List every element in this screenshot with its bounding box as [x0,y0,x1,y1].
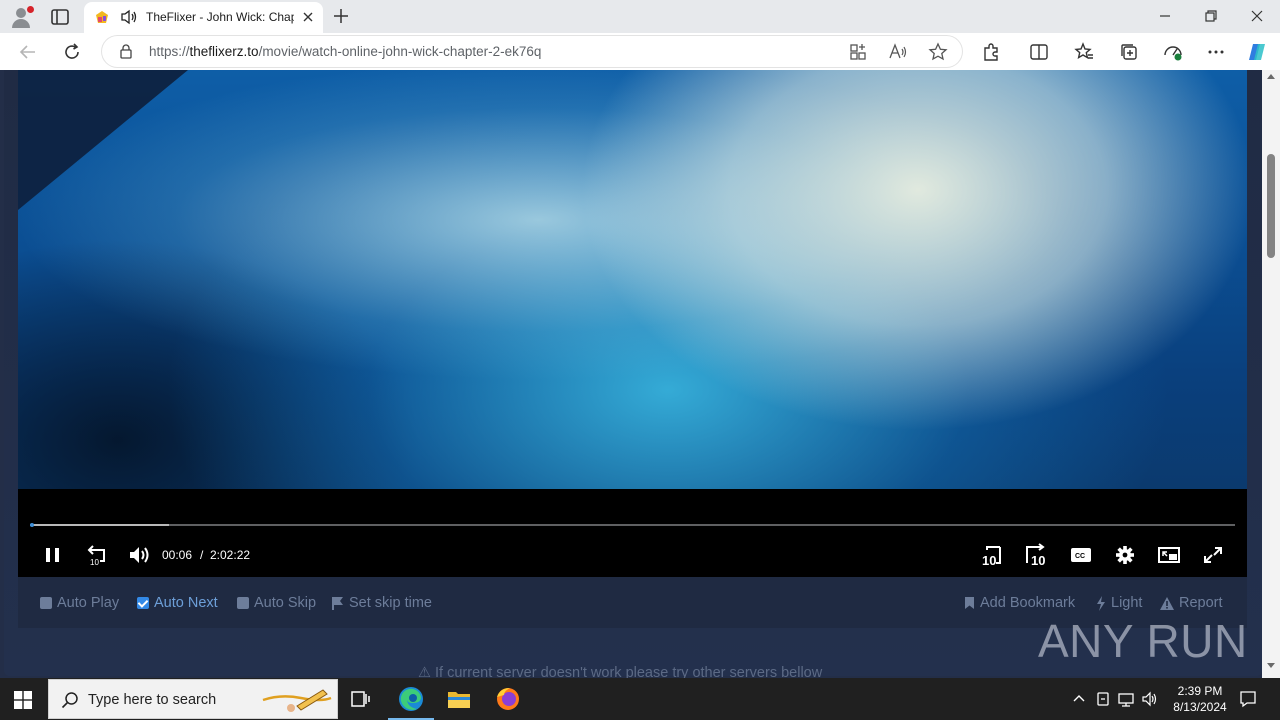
clock-time: 2:39 PM [1177,684,1223,698]
skip-back-10-icon[interactable]: 10 [980,543,1006,567]
address-bar[interactable]: https://theflixerz.to/movie/watch-online… [102,36,962,67]
fullscreen-icon[interactable] [1200,543,1226,567]
taskbar-clock[interactable]: 2:39 PM 8/13/2024 [1160,683,1240,715]
set-skip-time-label: Set skip time [349,595,432,611]
set-skip-time-button[interactable]: Set skip time [332,595,432,611]
video-shadow-corner [18,70,188,210]
edge-browser-icon[interactable] [395,683,427,715]
windows-taskbar: Type here to search 2:39 PM 8/13/2024 [0,678,1280,720]
tab-actions-icon[interactable] [48,6,72,28]
server-warning: ⚠ If current server doesn't work please … [418,665,822,678]
auto-next-label: Auto Next [154,595,218,611]
volume-tray-icon[interactable] [1141,690,1159,708]
svg-text:10: 10 [90,558,99,567]
watermark-text: ANY RUN [1038,615,1248,667]
restore-icon[interactable] [1200,5,1222,27]
skip-forward-10-icon[interactable]: 10 [1023,543,1049,567]
progress-knob[interactable] [30,523,34,527]
app-available-icon[interactable] [848,42,868,62]
anyrun-watermark: ANY RUN [1038,608,1248,674]
time-separator: / [200,548,204,562]
tray-chevron-up-icon[interactable] [1070,690,1088,708]
speaker-icon[interactable] [120,9,138,25]
tab-close-icon[interactable] [300,9,316,25]
progress-buffer [30,524,169,526]
svg-text:10: 10 [1031,553,1045,567]
pause-icon[interactable] [40,543,66,567]
lock-icon[interactable] [118,43,134,59]
auto-skip-label: Auto Skip [254,595,317,611]
split-screen-icon[interactable] [1028,41,1050,63]
url-host: theflixerz.to [189,44,259,59]
progress-bar[interactable] [30,523,1235,527]
duration: 2:02:22 [210,548,251,562]
minimize-icon[interactable] [1154,5,1176,27]
copilot-icon[interactable] [1246,41,1268,63]
favorites-icon[interactable] [1073,41,1095,63]
notifications-icon[interactable] [1238,689,1258,709]
scroll-up-arrow-icon[interactable] [1267,74,1275,79]
page-scrollbar[interactable] [1262,70,1280,678]
file-explorer-icon[interactable] [443,683,475,715]
profile-icon[interactable] [10,6,34,28]
search-highlight-pencil-icon [262,689,332,712]
refresh-icon[interactable] [61,41,83,63]
window-close-icon[interactable] [1246,5,1268,27]
url-path: /movie/watch-online-john-wick-chapter-2-… [258,44,542,59]
flag-icon [332,597,343,610]
more-icon[interactable] [1205,41,1227,63]
browser-toolbar: https://theflixerz.to/movie/watch-online… [0,33,1280,70]
auto-next-checkbox[interactable] [137,597,149,609]
search-icon [61,692,78,709]
back-icon[interactable] [17,41,39,63]
server-warning-text: If current server doesn't work please tr… [435,665,823,678]
taskbar-search[interactable]: Type here to search [48,679,338,719]
new-tab-icon[interactable] [330,5,352,27]
network-icon[interactable] [1117,690,1135,708]
auto-skip-toggle[interactable]: Auto Skip [237,595,316,611]
read-aloud-icon[interactable] [888,42,908,62]
clock-date: 8/13/2024 [1173,700,1227,714]
browser-tab[interactable]: TheFlixer - John Wick: Chapter 2 [84,2,323,33]
device-icon[interactable] [1094,690,1112,708]
search-placeholder: Type here to search [88,692,217,708]
tab-title: TheFlixer - John Wick: Chapter 2 [146,10,294,24]
scroll-down-arrow-icon[interactable] [1267,663,1275,668]
settings-gear-icon[interactable] [1112,543,1138,567]
task-view-icon[interactable] [344,683,376,715]
svg-text:CC: CC [1075,553,1085,560]
picture-in-picture-icon[interactable] [1156,543,1182,567]
firefox-icon[interactable] [492,683,524,715]
auto-skip-checkbox[interactable] [237,597,249,609]
video-frame[interactable] [18,70,1247,489]
web-page: 10 00:06 / 2:02:22 10 10 CC Auto Play Au… [0,70,1280,678]
auto-play-checkbox[interactable] [40,597,52,609]
collections-icon[interactable] [1118,41,1140,63]
performance-icon[interactable] [1162,41,1184,63]
rewind-10-icon[interactable]: 10 [84,543,110,567]
windows-start-icon[interactable] [14,691,32,709]
scroll-thumb[interactable] [1267,154,1275,258]
favorite-star-icon[interactable] [928,42,948,62]
auto-next-toggle[interactable]: Auto Next [137,595,218,611]
warning-icon: ⚠ [418,665,436,678]
url-prefix: https:// [149,44,190,59]
player-controls: 10 00:06 / 2:02:22 10 10 CC [18,489,1247,577]
auto-play-label: Auto Play [57,595,120,611]
extensions-icon[interactable] [980,41,1002,63]
bookmark-icon [965,597,974,609]
captions-icon[interactable]: CC [1068,543,1094,567]
theflixer-favicon-icon [96,11,108,23]
current-time: 00:06 [162,548,193,562]
auto-play-toggle[interactable]: Auto Play [40,595,119,611]
browser-tab-bar: TheFlixer - John Wick: Chapter 2 [0,0,1280,33]
url-text[interactable]: https://theflixerz.to/movie/watch-online… [149,44,541,59]
svg-text:10: 10 [982,553,996,567]
volume-icon[interactable] [127,543,153,567]
